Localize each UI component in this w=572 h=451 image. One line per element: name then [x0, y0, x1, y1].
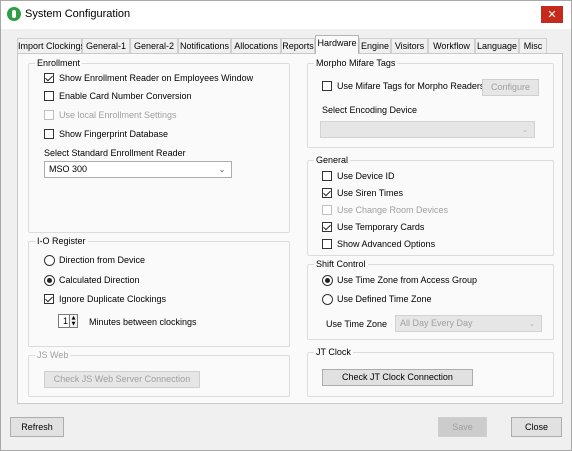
hardware-tab-panel: Enrollment Show Enrollment Reader on Emp… [17, 53, 563, 404]
general-legend: General [314, 155, 351, 166]
enrollment-reader-select[interactable]: MSO 300 ⌄ [44, 161, 232, 178]
checkbox-label: Use Change Room Devices [337, 205, 449, 215]
time-zone-select: All Day Every Day ⌄ [395, 315, 542, 332]
checkbox-box [44, 294, 54, 304]
morpho-mifare-group: Morpho Mifare Tags Use Mifare Tags for M… [307, 58, 554, 148]
chevron-down-icon: ⌄ [218, 165, 226, 174]
close-button[interactable]: Close [511, 417, 562, 437]
io-register-group: I-O Register Direction from Device Calcu… [28, 236, 290, 347]
tab-language[interactable]: Language [475, 38, 519, 54]
checkbox-box [44, 91, 54, 101]
shift-control-legend: Shift Control [314, 259, 368, 270]
checkbox-label: Show Advanced Options [337, 239, 436, 249]
tab-hardware[interactable]: Hardware [315, 35, 359, 54]
chevron-down-icon: ⌄ [528, 319, 536, 328]
tab-strip: Import Clockings General-1 General-2 Not… [17, 35, 563, 54]
save-button: Save [438, 417, 487, 437]
radio-circle [322, 294, 333, 305]
checkbox-box [322, 171, 332, 181]
jt-clock-legend: JT Clock [314, 347, 353, 358]
checkbox-label: Show Enrollment Reader on Employees Wind… [59, 73, 254, 83]
enrollment-group: Enrollment Show Enrollment Reader on Emp… [28, 58, 290, 233]
js-web-group: JS Web Check JS Web Server Connection [28, 350, 290, 397]
checkbox-box [322, 239, 332, 249]
morpho-mifare-legend: Morpho Mifare Tags [314, 58, 398, 69]
system-configuration-window: System Configuration ✕ Import Clockings … [0, 0, 572, 451]
checkbox-label: Use Temporary Cards [337, 222, 425, 232]
checkbox-box [44, 129, 54, 139]
radio-label: Direction from Device [59, 255, 146, 265]
checkbox-box [44, 73, 54, 83]
close-window-button[interactable]: ✕ [541, 6, 563, 23]
check-js-web-connection-button: Check JS Web Server Connection [44, 371, 200, 388]
general-group: General Use Device ID Use Siren Times Us… [307, 155, 554, 256]
radio-label: Use Time Zone from Access Group [337, 275, 478, 285]
chevron-down-icon: ⌄ [521, 125, 529, 134]
tab-visitors[interactable]: Visitors [391, 38, 428, 54]
check-jt-clock-connection-button[interactable]: Check JT Clock Connection [322, 369, 473, 386]
tab-workflow[interactable]: Workflow [428, 38, 475, 54]
checkbox-label: Use Siren Times [337, 188, 404, 198]
checkbox-box [44, 110, 54, 120]
refresh-button[interactable]: Refresh [10, 417, 64, 437]
checkbox-label: Show Fingerprint Database [59, 129, 169, 139]
enrollment-legend: Enrollment [35, 58, 83, 69]
spinner-arrows-icon[interactable]: ▲ ▼ [69, 314, 78, 328]
checkbox-label: Use local Enrollment Settings [59, 110, 177, 120]
radio-circle [44, 255, 55, 266]
tab-reports[interactable]: Reports [281, 38, 315, 54]
encoding-device-label: Select Encoding Device [322, 105, 418, 115]
checkbox-box [322, 222, 332, 232]
tab-notifications[interactable]: Notifications [178, 38, 231, 54]
tab-misc[interactable]: Misc [519, 38, 547, 54]
checkbox-label: Enable Card Number Conversion [59, 91, 192, 101]
checkbox-box [322, 188, 332, 198]
encoding-device-select: ⌄ [320, 121, 535, 138]
time-zone-value: All Day Every Day [400, 318, 473, 328]
minutes-between-clockings-label: Minutes between clockings [89, 317, 197, 327]
tab-general-1[interactable]: General-1 [82, 38, 130, 54]
jt-clock-group: JT Clock Check JT Clock Connection [307, 347, 554, 397]
radio-circle [322, 275, 333, 286]
app-logo-icon [7, 7, 21, 21]
configure-button: Configure [482, 79, 539, 96]
radio-circle [44, 275, 55, 286]
spinner-value: 1 [63, 316, 69, 326]
checkbox-label: Ignore Duplicate Clockings [59, 294, 167, 304]
checkbox-label: Use Device ID [337, 171, 395, 181]
title-bar: System Configuration ✕ [1, 1, 571, 29]
checkbox-label: Use Mifare Tags for Morpho Readers [337, 81, 485, 91]
checkbox-box [322, 205, 332, 215]
minutes-between-clockings-spinner[interactable]: 1 ▲ ▼ [58, 314, 78, 328]
enrollment-reader-label: Select Standard Enrollment Reader [44, 148, 186, 158]
shift-control-group: Shift Control Use Time Zone from Access … [307, 259, 554, 340]
io-register-legend: I-O Register [35, 236, 88, 247]
radio-label: Use Defined Time Zone [337, 294, 432, 304]
tab-import-clockings[interactable]: Import Clockings [17, 38, 85, 54]
radio-label: Calculated Direction [59, 275, 140, 285]
js-web-legend: JS Web [35, 350, 71, 361]
window-title: System Configuration [25, 8, 131, 20]
tab-allocations[interactable]: Allocations [231, 38, 281, 54]
close-icon: ✕ [547, 8, 557, 21]
time-zone-label: Use Time Zone [326, 319, 388, 329]
tab-engine[interactable]: Engine [359, 38, 391, 54]
checkbox-box [322, 81, 332, 91]
enrollment-reader-value: MSO 300 [49, 164, 88, 174]
tab-general-2[interactable]: General-2 [130, 38, 178, 54]
